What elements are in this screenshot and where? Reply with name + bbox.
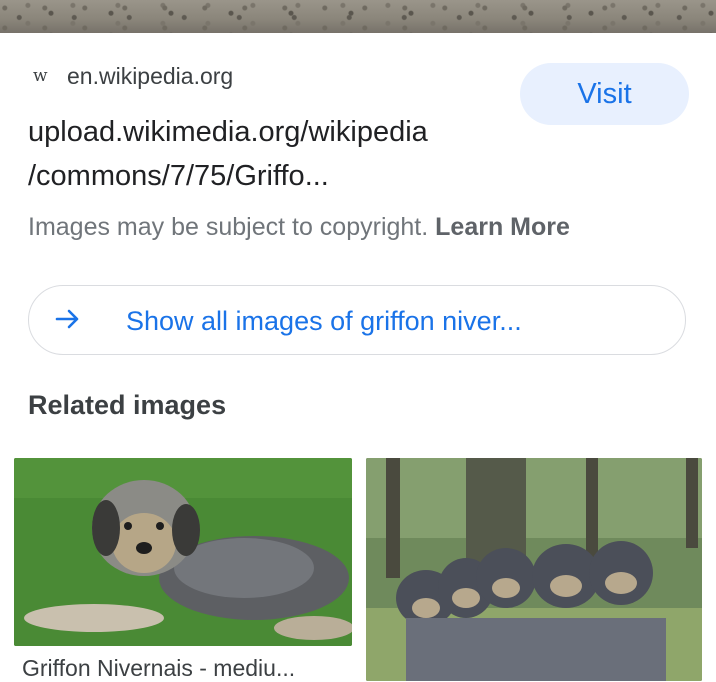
show-all-images-button[interactable]: Show all images of griffon niver... <box>28 285 686 355</box>
related-images-heading: Related images <box>28 390 227 420</box>
copyright-notice: Images may be subject to copyright. Lear… <box>28 213 570 242</box>
wikipedia-icon: w <box>33 66 48 86</box>
single-griffon-dog-image <box>14 458 352 646</box>
learn-more-link[interactable]: Learn More <box>435 213 570 241</box>
image-url-title[interactable]: upload.wikimedia.org/wikipedia /commons/… <box>28 110 508 198</box>
arrow-right-icon <box>55 309 79 329</box>
group-of-griffon-dogs-image <box>366 458 702 681</box>
url-line-2: /commons/7/75/Griffo... <box>28 160 329 192</box>
related-image-thumbnail[interactable] <box>14 458 352 646</box>
previous-image-preview[interactable] <box>0 0 716 33</box>
show-all-images-label: Show all images of griffon niver... <box>126 306 522 336</box>
visit-button[interactable]: Visit <box>520 63 689 125</box>
source-domain[interactable]: en.wikipedia.org <box>67 63 233 90</box>
related-image-caption[interactable]: Griffon Nivernais - mediu... <box>22 655 295 682</box>
url-line-1: upload.wikimedia.org/wikipedia <box>28 116 428 148</box>
related-image-thumbnail[interactable] <box>366 458 702 681</box>
copyright-text: Images may be subject to copyright. <box>28 213 429 241</box>
source-row[interactable]: w en.wikipedia.org <box>33 62 233 90</box>
